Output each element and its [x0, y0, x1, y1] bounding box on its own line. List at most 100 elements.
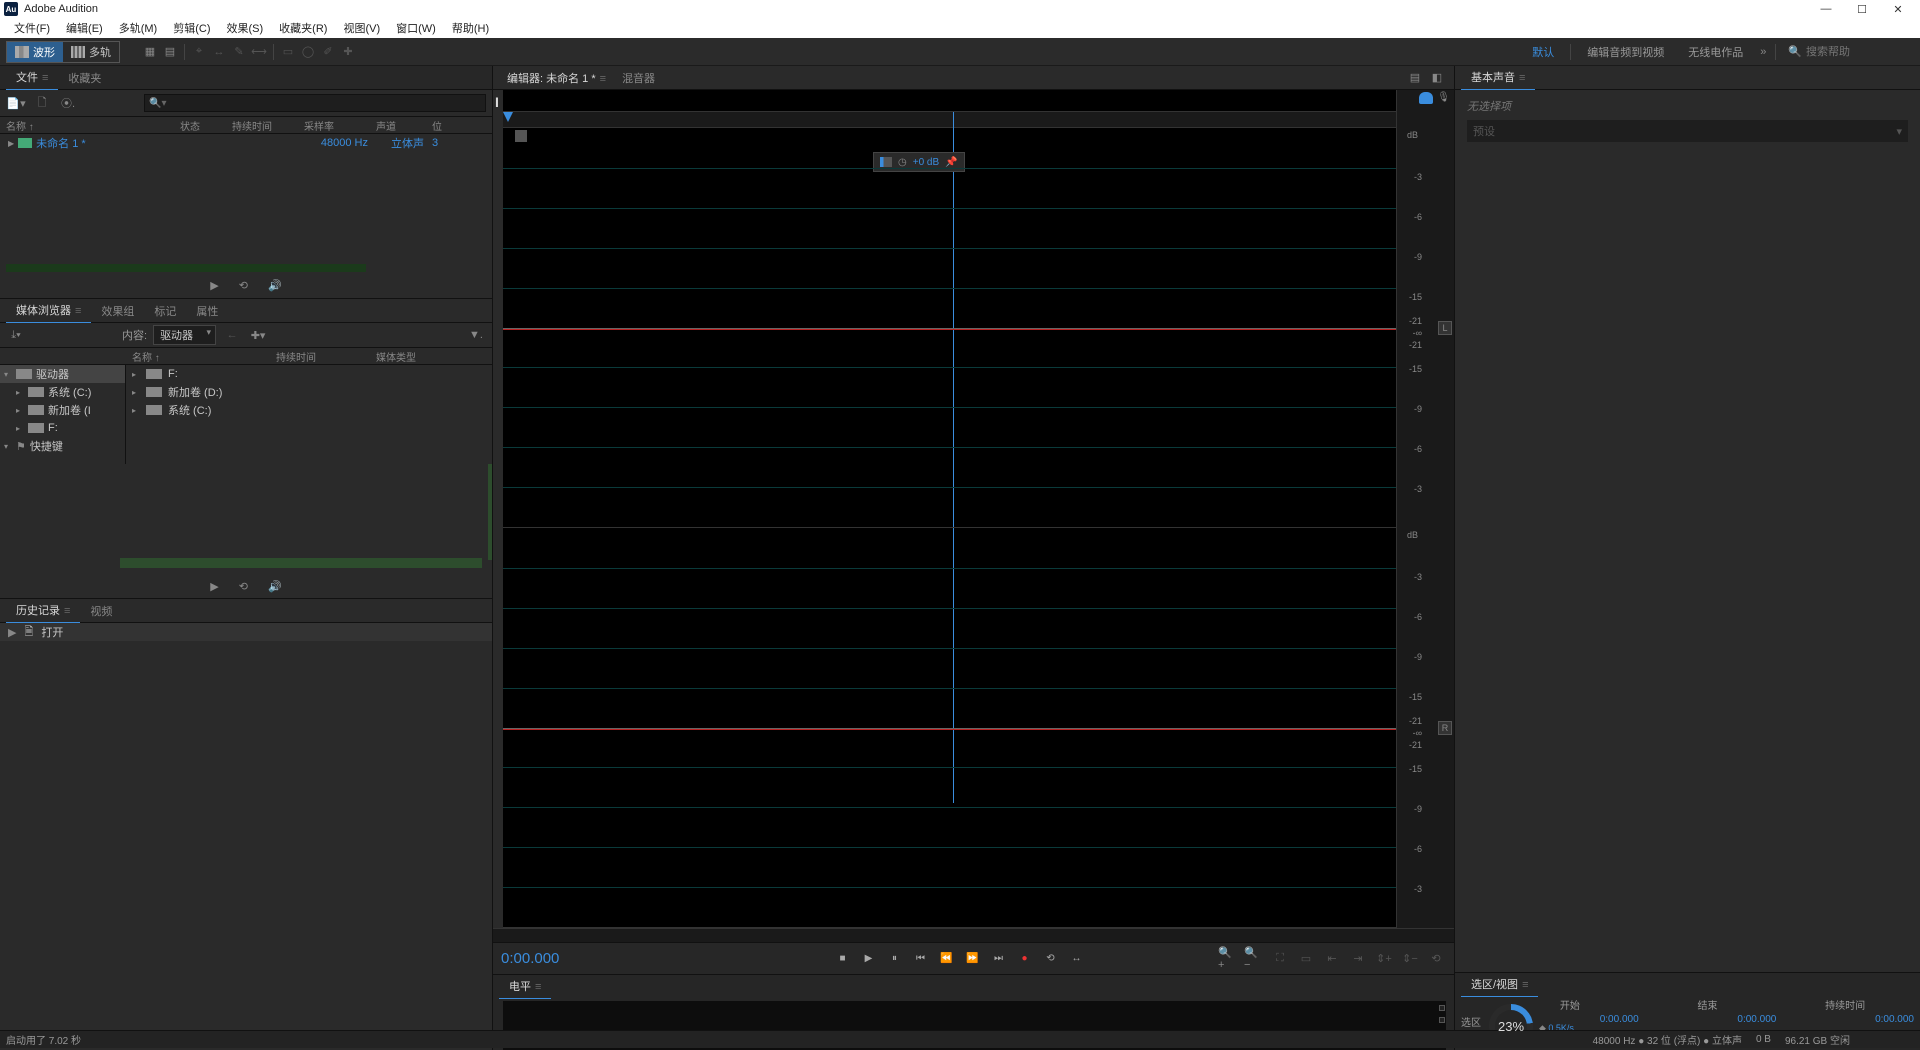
preset-dropdown-icon[interactable]: ▾ — [1896, 125, 1902, 138]
menu-multitrack[interactable]: 多轨(M) — [111, 18, 166, 38]
playhead-anchor-icon[interactable] — [503, 112, 513, 122]
col-channels[interactable]: 声道 — [376, 118, 432, 133]
timeline-ruler[interactable] — [503, 112, 1396, 128]
menu-file[interactable]: 文件(F) — [6, 18, 58, 38]
file-row[interactable]: ▶未命名 1 * 48000 Hz 立体声 3 — [0, 134, 492, 152]
zoom-in-point-button[interactable]: ⇤ — [1322, 950, 1342, 968]
menu-view[interactable]: 视图(V) — [335, 18, 388, 38]
waveform-channel-right[interactable] — [503, 528, 1396, 928]
tool-razor[interactable]: ✎ — [229, 42, 249, 62]
tab-media-browser[interactable]: 媒体浏览器≡ — [6, 298, 91, 323]
file-search[interactable]: 🔍▾ — [144, 94, 486, 112]
tool-brush[interactable]: ✐ — [318, 42, 338, 62]
play-button[interactable]: ▶ — [859, 950, 879, 968]
menu-effects[interactable]: 效果(S) — [219, 18, 272, 38]
mcol-name[interactable]: 名称 ↑ — [126, 349, 276, 364]
waveform-channel-left[interactable] — [503, 128, 1396, 528]
forward-button[interactable]: ⏩ — [963, 950, 983, 968]
headphone-icon[interactable] — [1419, 92, 1433, 104]
col-bit[interactable]: 位 — [432, 118, 460, 133]
tab-essential-sound[interactable]: 基本声音≡ — [1461, 65, 1535, 90]
record-file-button[interactable]: ⦿. — [58, 93, 78, 113]
menu-help[interactable]: 帮助(H) — [444, 18, 497, 38]
channel-r-badge[interactable]: R — [1438, 721, 1452, 735]
zoom-full-button[interactable]: ⛶ — [1270, 950, 1290, 968]
overview-strip[interactable] — [503, 90, 1396, 112]
mcol-type[interactable]: 媒体类型 — [376, 349, 416, 364]
sel-dur[interactable]: 0:00.000 — [1776, 1014, 1914, 1029]
go-to-start-button[interactable]: ⏮ — [911, 950, 931, 968]
workspace-more[interactable]: » — [1755, 46, 1771, 58]
col-rate[interactable]: 采样率 — [304, 118, 376, 133]
search-input[interactable] — [1806, 46, 1906, 58]
tool-heal[interactable]: ✚ — [338, 42, 358, 62]
zoom-out-point-button[interactable]: ⇥ — [1348, 950, 1368, 968]
tab-favorites[interactable]: 收藏夹 — [58, 66, 111, 90]
waveform-mode-button[interactable]: 波形 — [7, 42, 63, 62]
preset-bar[interactable]: 预设 ▾ — [1467, 120, 1908, 142]
pause-button[interactable]: ⏸ — [885, 950, 905, 968]
tree-drives[interactable]: ▾驱动器 — [0, 365, 125, 383]
menu-clip[interactable]: 剪辑(C) — [165, 18, 218, 38]
tab-history[interactable]: 历史记录≡ — [6, 598, 80, 623]
media-loop-button[interactable]: ⟲ — [239, 580, 248, 593]
zoom-in-button[interactable]: 🔍+ — [1218, 950, 1238, 968]
zoom-vert-in-button[interactable]: ⇕+ — [1374, 950, 1394, 968]
tab-markers[interactable]: 标记 — [144, 299, 186, 323]
tool-slip[interactable]: ⟷ — [249, 42, 269, 62]
files-scrollbar[interactable] — [6, 264, 486, 272]
loop-button[interactable]: ⟲ — [1041, 950, 1061, 968]
tab-editor[interactable]: 编辑器: 未命名 1 *≡ — [499, 66, 614, 90]
list-item[interactable]: ▸新加卷 (D:) — [126, 383, 492, 401]
go-to-end-button[interactable]: ⏭ — [989, 950, 1009, 968]
mcol-duration[interactable]: 持续时间 — [276, 349, 376, 364]
media-autoplay-button[interactable]: 🔊 — [268, 580, 282, 593]
maximize-button[interactable]: ☐ — [1844, 0, 1880, 18]
record-button[interactable]: ● — [1015, 950, 1035, 968]
col-name[interactable]: 名称 ↑ — [0, 118, 180, 133]
menu-favorites[interactable]: 收藏夹(R) — [271, 18, 335, 38]
sel-end[interactable]: 0:00.000 — [1639, 1014, 1777, 1029]
tree-drive-i[interactable]: ▸新加卷 (I — [0, 401, 125, 419]
zoom-navigator[interactable] — [493, 928, 1454, 942]
list-item[interactable]: ▸F: — [126, 365, 492, 383]
skip-selection-button[interactable]: ↔ — [1067, 950, 1087, 968]
zoom-sel-button[interactable]: ▭ — [1296, 950, 1316, 968]
files-play-button[interactable]: ▶ — [210, 279, 218, 292]
waveform-area[interactable]: ◷ +0 dB 📌 — [503, 90, 1396, 928]
editor-spectral-button[interactable]: ▤ — [1404, 69, 1426, 87]
timecode[interactable]: 0:00.000 — [501, 950, 701, 967]
spectral-frequency-button[interactable]: ▦ — [140, 42, 160, 62]
filter-button[interactable]: ▼. — [466, 325, 486, 345]
close-button[interactable]: ✕ — [1880, 0, 1916, 18]
import-button[interactable]: ⤓▾ — [6, 325, 26, 345]
zoom-vert-out-button[interactable]: ⇕− — [1400, 950, 1420, 968]
media-vscroll[interactable] — [488, 464, 492, 560]
tool-marquee[interactable]: ▭ — [278, 42, 298, 62]
editor-channels-button[interactable]: ◧ — [1426, 69, 1448, 87]
workspace-edit-audio[interactable]: 编辑音频到视频 — [1575, 44, 1676, 60]
stop-button[interactable]: ■ — [833, 950, 853, 968]
new-file-button[interactable]: 🗋 — [32, 93, 52, 113]
tab-files[interactable]: 文件≡ — [6, 65, 58, 90]
nav-back[interactable]: ← — [222, 325, 242, 345]
tab-mixer[interactable]: 混音器 — [614, 66, 663, 90]
playhead-cursor[interactable] — [493, 90, 503, 928]
col-duration[interactable]: 持续时间 — [232, 118, 304, 133]
tree-drive-f[interactable]: ▸F: — [0, 419, 125, 437]
files-loop-button[interactable]: ⟲ — [239, 279, 248, 292]
tool-time-select[interactable]: ⌖ — [189, 42, 209, 62]
tool-lasso[interactable]: ◯ — [298, 42, 318, 62]
tab-selection-view[interactable]: 选区/视图≡ — [1461, 972, 1538, 997]
history-item[interactable]: ▶🗎打开 — [0, 623, 492, 641]
zoom-reset-button[interactable]: ⟲ — [1426, 950, 1446, 968]
minimize-button[interactable]: ― — [1808, 0, 1844, 18]
menu-edit[interactable]: 编辑(E) — [58, 18, 111, 38]
channel-l-badge[interactable]: L — [1438, 321, 1452, 335]
clip-led-r[interactable] — [1439, 1017, 1445, 1023]
tab-levels[interactable]: 电平≡ — [499, 974, 551, 999]
col-status[interactable]: 状态 — [180, 118, 232, 133]
nav-new[interactable]: ✚▾ — [248, 325, 268, 345]
drives-dropdown[interactable]: 驱动器 — [153, 325, 216, 345]
tab-video[interactable]: 视频 — [80, 599, 122, 623]
